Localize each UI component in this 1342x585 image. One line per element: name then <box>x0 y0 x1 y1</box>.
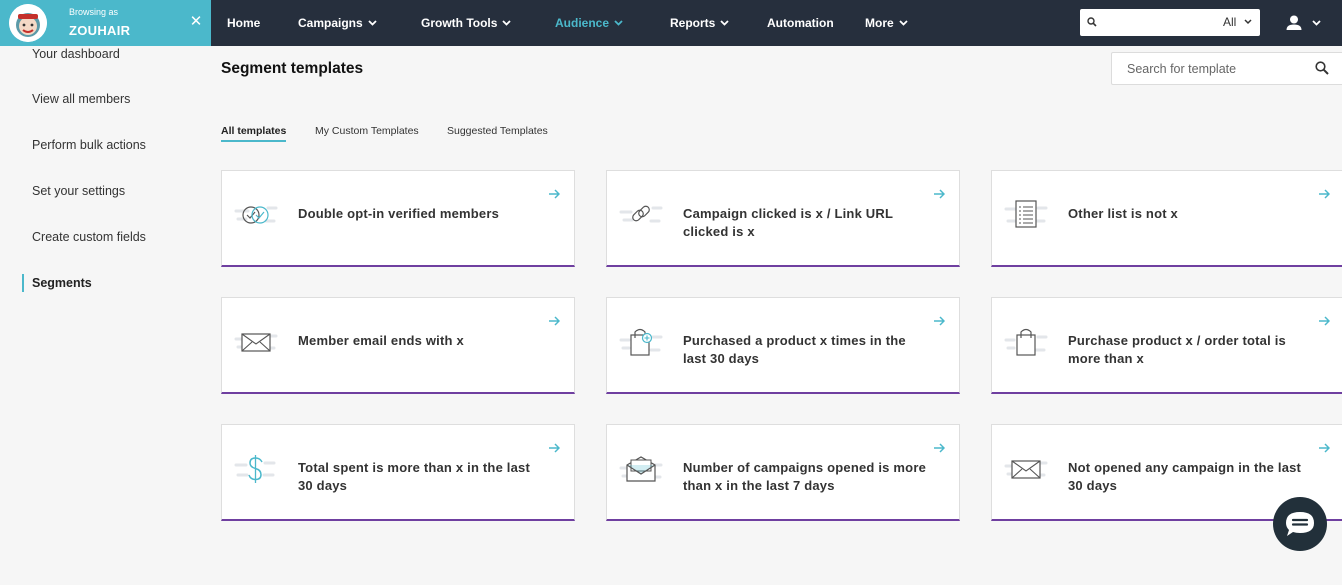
arrow-right-icon <box>549 443 560 453</box>
shopping-bag-plus-icon <box>619 328 663 356</box>
top-navigation-bar: Browsing as ZOUHAIR ✕ Home Campaigns Gro… <box>0 0 1342 46</box>
template-card-total-spent[interactable]: Total spent is more than x in the last 3… <box>221 424 575 521</box>
dollar-icon <box>234 455 276 483</box>
browsing-as-label: Browsing as <box>69 7 119 17</box>
close-icon[interactable]: ✕ <box>188 13 204 31</box>
verified-check-icon <box>234 206 278 224</box>
search-icon[interactable] <box>1315 61 1329 75</box>
search-scope-select[interactable]: All <box>1223 9 1236 36</box>
arrow-right-icon <box>934 316 945 326</box>
template-card-campaigns-opened[interactable]: Number of campaigns opened is more than … <box>606 424 960 521</box>
arrow-right-icon <box>934 189 945 199</box>
active-indicator <box>22 274 24 292</box>
nav-home[interactable]: Home <box>227 0 260 46</box>
chevron-down-icon <box>1244 19 1252 25</box>
nav-home-label: Home <box>227 16 261 30</box>
link-icon <box>619 205 663 223</box>
template-card-title: Number of campaigns opened is more than … <box>683 460 927 493</box>
nav-reports[interactable]: Reports <box>670 0 729 46</box>
search-icon <box>1087 17 1097 27</box>
global-search-input[interactable]: All <box>1080 9 1260 36</box>
sidebar-item-settings[interactable]: Set your settings <box>32 184 125 198</box>
user-menu[interactable] <box>1286 14 1322 32</box>
template-search-input[interactable] <box>1127 53 1317 84</box>
arrow-right-icon <box>1319 189 1330 199</box>
tab-suggested-templates[interactable]: Suggested Templates <box>447 125 548 137</box>
nav-automation[interactable]: Automation <box>767 0 834 46</box>
sidebar-item-segments[interactable]: Segments <box>32 276 92 290</box>
chevron-down-icon <box>720 20 729 26</box>
chat-icon <box>1286 512 1314 536</box>
template-card-title: Campaign clicked is x / Link URL clicked… <box>683 206 893 239</box>
nav-campaigns[interactable]: Campaigns <box>298 0 377 46</box>
chevron-down-icon <box>899 20 908 26</box>
template-card-campaign-clicked[interactable]: Campaign clicked is x / Link URL clicked… <box>606 170 960 267</box>
nav-more-label: More <box>865 16 894 30</box>
chat-widget-button[interactable] <box>1273 497 1327 551</box>
sidebar-item-custom-fields[interactable]: Create custom fields <box>32 230 146 244</box>
chevron-down-icon <box>614 20 623 26</box>
envelope-icon <box>234 333 278 352</box>
arrow-right-icon <box>1319 316 1330 326</box>
nav-campaigns-label: Campaigns <box>298 16 363 30</box>
user-icon <box>1286 15 1302 31</box>
sidebar-item-dashboard[interactable]: Your dashboard <box>32 47 120 61</box>
template-card-title: Member email ends with x <box>298 333 464 348</box>
template-card-other-list[interactable]: Other list is not x <box>991 170 1342 267</box>
nav-automation-label: Automation <box>767 16 834 30</box>
chevron-down-icon <box>368 20 377 26</box>
nav-audience-label: Audience <box>555 16 610 30</box>
chevron-down-icon <box>1312 20 1322 26</box>
chevron-down-icon <box>502 20 512 26</box>
arrow-right-icon <box>549 189 560 199</box>
template-card-order-total[interactable]: Purchase product x / order total is more… <box>991 297 1342 394</box>
template-card-member-email[interactable]: Member email ends with x <box>221 297 575 394</box>
envelope-icon <box>1004 460 1048 479</box>
list-document-icon <box>1004 200 1048 228</box>
account-name: ZOUHAIR <box>69 23 131 38</box>
account-switcher[interactable]: Browsing as ZOUHAIR ✕ <box>0 0 211 46</box>
template-card-title: Double opt-in verified members <box>298 206 500 221</box>
template-card-double-opt-in[interactable]: Double opt-in verified members <box>221 170 575 267</box>
sidebar-item-view-members[interactable]: View all members <box>32 92 130 106</box>
avatar <box>9 4 47 42</box>
template-card-title: Total spent is more than x in the last 3… <box>298 460 531 493</box>
page-title: Segment templates <box>221 60 364 77</box>
open-envelope-icon <box>619 456 663 482</box>
arrow-right-icon <box>1319 443 1330 453</box>
template-card-title: Other list is not x <box>1068 206 1178 221</box>
nav-more[interactable]: More <box>865 0 908 46</box>
arrow-right-icon <box>934 443 945 453</box>
nav-reports-label: Reports <box>670 16 716 30</box>
tab-all-templates[interactable]: All templates <box>221 125 287 142</box>
template-card-title: Not opened any campaign in the last 30 d… <box>1068 460 1302 493</box>
sidebar-item-bulk-actions[interactable]: Perform bulk actions <box>32 138 146 152</box>
template-card-title: Purchased a product x times in the last … <box>683 333 906 366</box>
tab-my-custom-templates[interactable]: My Custom Templates <box>315 125 419 137</box>
template-search <box>1111 52 1342 85</box>
template-card-purchased-product[interactable]: Purchased a product x times in the last … <box>606 297 960 394</box>
nav-audience[interactable]: Audience <box>555 0 623 46</box>
nav-growth-tools[interactable]: Growth Tools <box>421 0 512 46</box>
template-card-title: Purchase product x / order total is more… <box>1068 333 1286 366</box>
shopping-bag-icon <box>1004 328 1048 356</box>
nav-growth-tools-label: Growth Tools <box>421 16 498 30</box>
arrow-right-icon <box>549 316 560 326</box>
